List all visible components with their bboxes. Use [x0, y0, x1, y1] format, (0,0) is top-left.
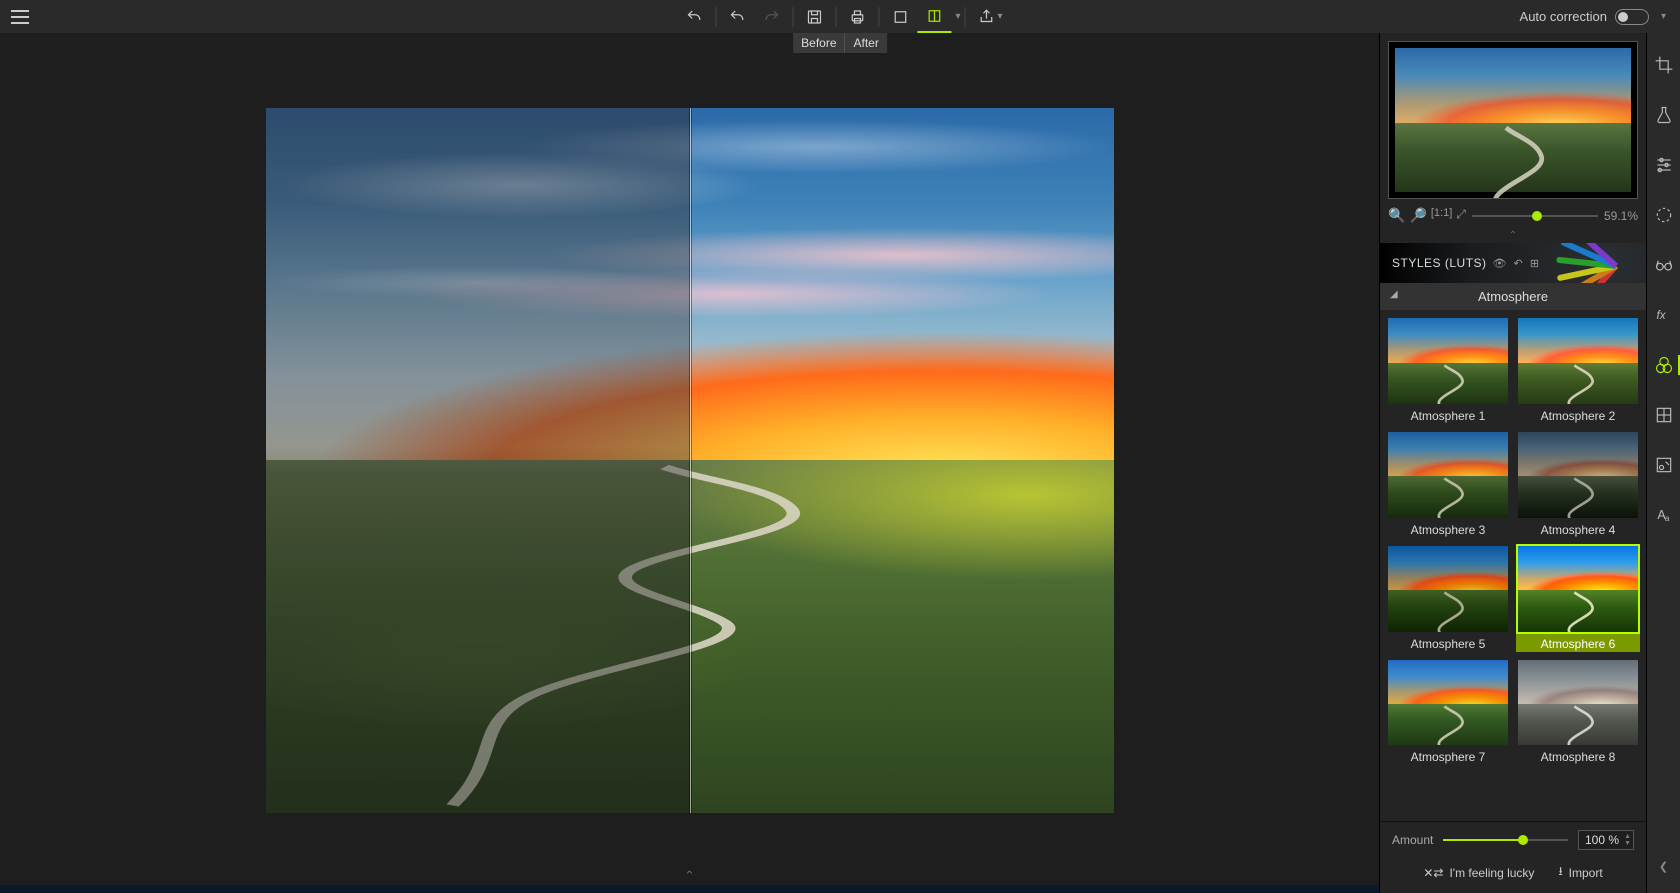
marquee-icon[interactable]	[1652, 203, 1676, 227]
undo-step-button[interactable]	[720, 0, 754, 33]
print-button[interactable]	[840, 0, 874, 33]
expand-caret[interactable]: ❮	[1659, 860, 1668, 873]
import-button[interactable]: ⭳ Import	[1558, 862, 1602, 883]
navigator-thumb[interactable]	[1388, 41, 1638, 199]
category-header[interactable]: ◢ Atmosphere	[1380, 283, 1646, 310]
menu-button[interactable]	[0, 0, 40, 33]
styles-title: STYLES (LUTS)	[1392, 256, 1487, 270]
category-label: Atmosphere	[1478, 289, 1548, 304]
navigator-collapse[interactable]: ⌃	[1380, 228, 1646, 243]
auto-correction-label: Auto correction	[1520, 9, 1607, 24]
canvas[interactable]	[0, 33, 1379, 867]
preset-8[interactable]: Atmosphere 8	[1516, 658, 1640, 766]
preset-4[interactable]: Atmosphere 4	[1516, 430, 1640, 538]
type-icon[interactable]: Aa	[1652, 503, 1676, 527]
zoom-value: 59.1%	[1604, 209, 1638, 223]
before-label: Before	[793, 33, 845, 53]
after-label: After	[846, 33, 887, 53]
status-bar	[0, 885, 1379, 893]
redo-step-button[interactable]	[754, 0, 788, 33]
grid-icon[interactable]	[1652, 403, 1676, 427]
amount-row: Amount 100 % ▲▼	[1380, 821, 1646, 854]
undo-button[interactable]	[677, 0, 711, 33]
chevron-up-icon[interactable]: ⌃	[684, 868, 695, 884]
preset-grid: Atmosphere 1Atmosphere 2Atmosphere 3Atmo…	[1386, 316, 1640, 765]
zoom-in-icon[interactable]: 🔎	[1409, 207, 1426, 224]
share-dropdown[interactable]: ▾	[998, 11, 1003, 22]
tool-strip: fx Aa ❮	[1646, 33, 1680, 893]
svg-text:fx: fx	[1656, 309, 1666, 322]
preset-5[interactable]: Atmosphere 5	[1386, 544, 1510, 652]
zoom-fit-icon[interactable]: [1:1]	[1431, 207, 1452, 224]
zoom-out-icon[interactable]: 🔍	[1388, 207, 1405, 224]
histogram-icon[interactable]	[1652, 453, 1676, 477]
split-labels: Before After	[793, 33, 887, 53]
color-wheels-icon[interactable]	[1652, 353, 1676, 377]
lab-icon[interactable]	[1652, 103, 1676, 127]
zoom-slider[interactable]	[1472, 209, 1598, 223]
styles-panel-header: STYLES (LUTS) 👁 ↶ ⊞	[1380, 243, 1646, 283]
feeling-lucky-button[interactable]: ✕⇄ I'm feeling lucky	[1423, 862, 1534, 883]
zoom-full-icon[interactable]: ⤢	[1456, 207, 1466, 224]
view-single-button[interactable]	[883, 0, 917, 33]
amount-label: Amount	[1392, 833, 1433, 847]
auto-correction-toggle[interactable]	[1615, 9, 1649, 25]
amount-slider[interactable]	[1443, 833, 1568, 847]
view-split-button[interactable]	[917, 0, 951, 33]
fx-icon[interactable]: fx	[1652, 303, 1676, 327]
amount-value[interactable]: 100 % ▲▼	[1578, 830, 1634, 850]
import-icon: ⭳	[1558, 862, 1562, 883]
before-after-divider[interactable]	[690, 108, 691, 813]
main-toolbar: ▾ ▾ Auto correction ▾	[0, 0, 1680, 33]
sliders-icon[interactable]	[1652, 153, 1676, 177]
navigator: 🔍 🔎 [1:1] ⤢ 59.1%	[1380, 33, 1646, 228]
view-mode-dropdown[interactable]: ▾	[955, 11, 960, 22]
crop-icon[interactable]	[1652, 53, 1676, 77]
preset-2[interactable]: Atmosphere 2	[1516, 316, 1640, 424]
preset-3[interactable]: Atmosphere 3	[1386, 430, 1510, 538]
preset-6[interactable]: Atmosphere 6	[1516, 544, 1640, 652]
preset-1[interactable]: Atmosphere 1	[1386, 316, 1510, 424]
glasses-icon[interactable]	[1652, 253, 1676, 277]
preset-7[interactable]: Atmosphere 7	[1386, 658, 1510, 766]
save-button[interactable]	[797, 0, 831, 33]
auto-correction-dropdown[interactable]: ▾	[1661, 11, 1666, 22]
svg-text:a: a	[1664, 513, 1669, 523]
shuffle-icon: ✕⇄	[1423, 866, 1443, 880]
